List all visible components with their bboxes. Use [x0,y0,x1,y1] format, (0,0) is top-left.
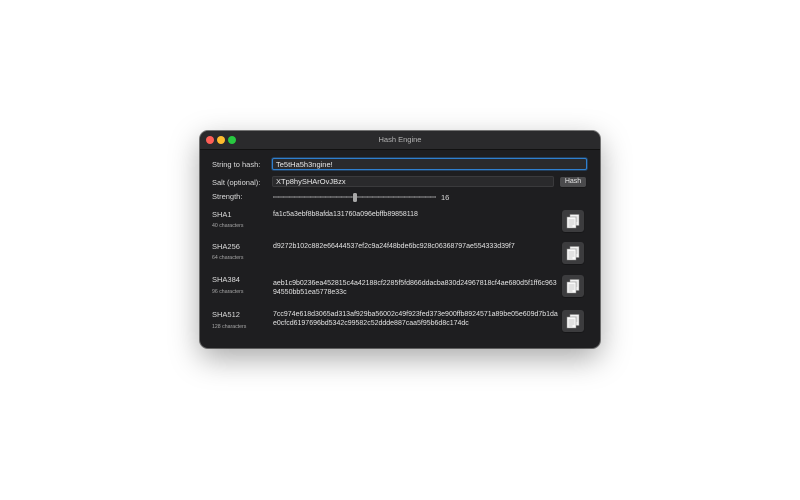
hash-engine-window: Hash Engine String to hash: Salt (option… [200,131,600,348]
hash-name: SHA512 [212,310,240,319]
slider-tick [424,195,426,198]
slider-tick [403,195,405,198]
hash-length: 96 characters [212,289,244,295]
slider-tick [346,195,348,198]
slider-tick [367,195,369,198]
slider-tick [288,195,290,198]
slider-tick [377,195,379,198]
slider-tick [293,195,295,198]
hash-value: fa1c5a3ebf8b8afda131760a096ebffb89858118 [273,211,418,218]
hash-length: 128 characters [212,324,247,330]
slider-tick [299,195,301,198]
copy-document-icon [566,314,580,329]
string-to-hash-label: String to hash: [212,160,261,169]
slider-tick [393,195,395,198]
slider-tick [320,195,322,198]
hash-value: aeb1c9b0236ea452815c4a42188cf2285f5fd866… [273,280,557,297]
strength-slider-thumb[interactable] [352,192,357,202]
slider-tick [273,195,274,198]
copy-sha384-button[interactable] [562,275,584,297]
hash-length: 40 characters [212,223,244,229]
hash-button[interactable]: Hash [560,176,586,187]
slider-tick [340,195,342,198]
hash-value: 7cc974e618d3065ad313af929ba56002c49f923f… [273,311,558,328]
slider-tick [408,195,410,198]
slider-tick [330,195,332,198]
copy-document-icon [566,279,580,294]
slider-tick [325,195,327,198]
slider-tick [314,195,316,198]
title-bar: Hash Engine [200,131,600,150]
strength-value: 16 [441,193,450,202]
string-to-hash-input[interactable] [272,158,587,170]
slider-tick [435,195,436,198]
hash-value: d9272b102c882e66444537ef2c9a24f48bde6bc9… [273,243,515,250]
slider-tick [387,195,389,198]
hash-name: SHA384 [212,275,240,284]
slider-tick [419,195,421,198]
slider-tick [356,195,358,198]
slider-tick [335,195,337,198]
slider-tick [398,195,400,198]
strength-label: Strength: [212,192,243,201]
salt-label: Salt (optional): [212,178,261,187]
window-title: Hash Engine [378,135,422,144]
slider-tick [283,195,285,198]
slider-tick [309,195,311,198]
slider-tick [372,195,374,198]
slider-tick [304,195,306,198]
slider-tick [382,195,384,198]
copy-sha512-button[interactable] [562,310,584,332]
slider-tick [414,195,416,198]
copy-document-icon [566,246,580,261]
hash-name: SHA256 [212,242,240,251]
salt-input[interactable] [272,176,554,187]
slider-tick [361,195,363,198]
hash-length: 64 characters [212,255,244,261]
slider-tick [278,195,280,198]
copy-sha256-button[interactable] [562,242,584,264]
copy-sha1-button[interactable] [562,210,584,232]
copy-document-icon [566,214,580,229]
slider-tick [429,195,431,198]
hash-name: SHA1 [212,210,232,219]
